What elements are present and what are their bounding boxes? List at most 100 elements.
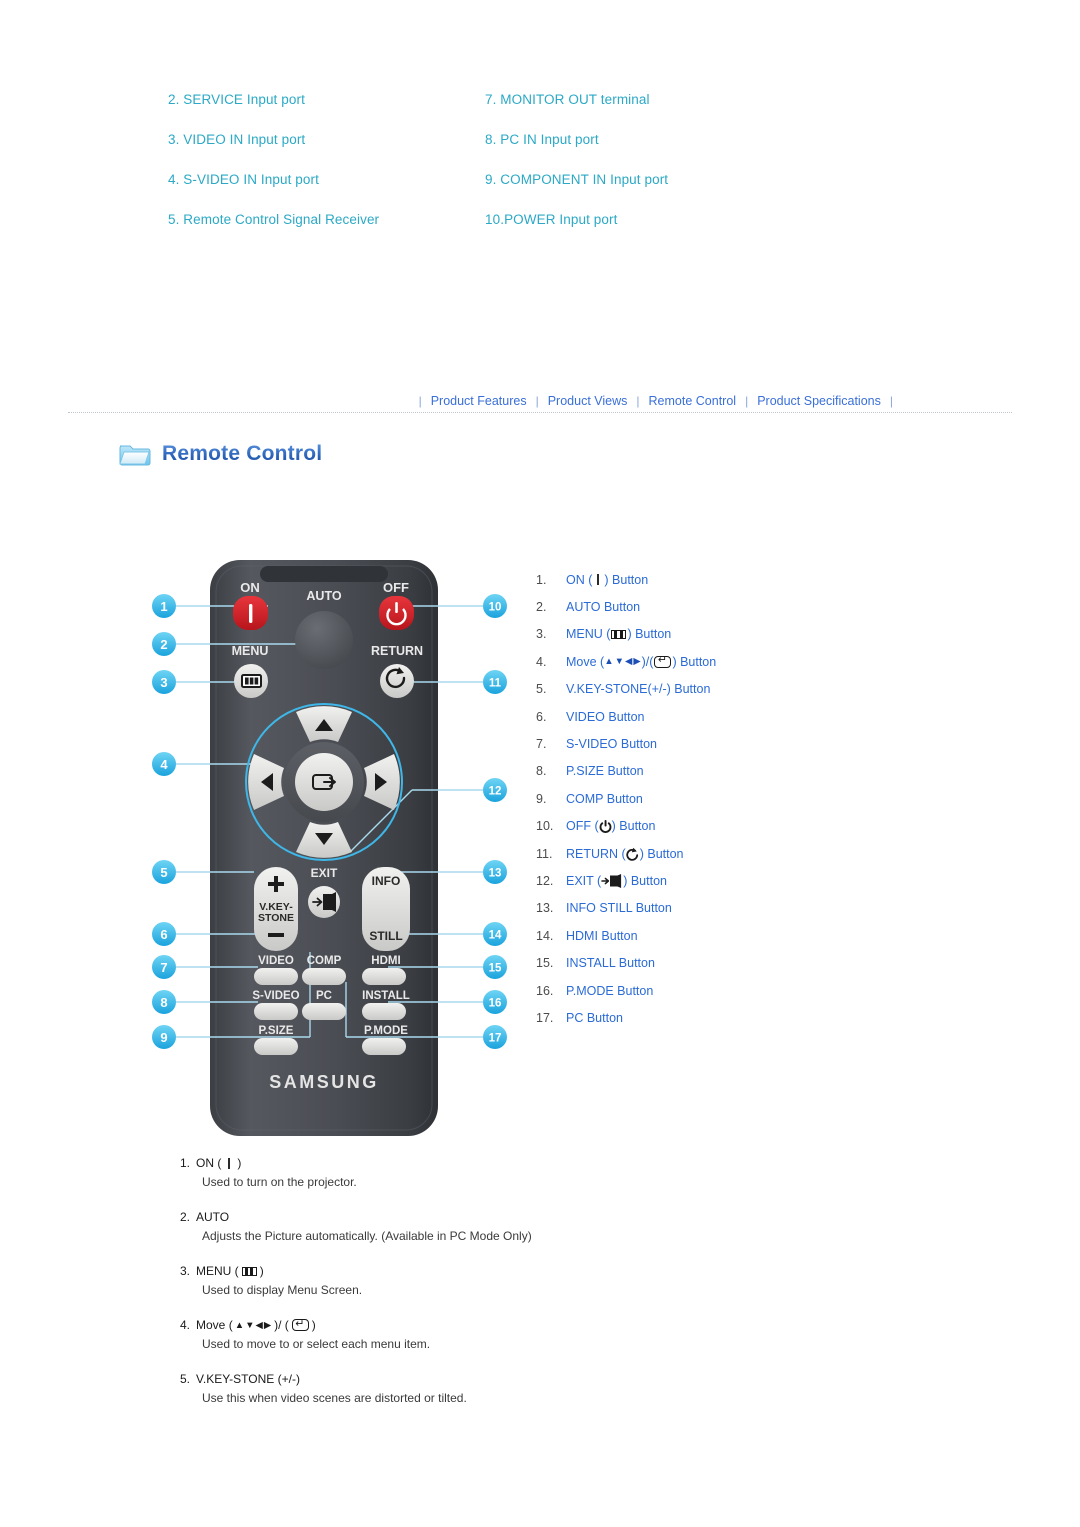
index-number: 7. xyxy=(536,737,547,752)
svg-text:2: 2 xyxy=(160,637,167,652)
list-item: 4. Move ( ▲▼◀▶ )/( ) Button xyxy=(536,648,836,675)
port-item-pc-in: 8. PC IN Input port xyxy=(485,132,599,147)
svg-text:12: 12 xyxy=(489,786,502,798)
port-row: 3. VIDEO IN Input port 8. PC IN Input po… xyxy=(168,132,888,172)
description-block: 3. MENU ( ) Used to display Menu Screen. xyxy=(180,1264,880,1297)
index-label: OFF ( ) Button xyxy=(566,819,655,833)
nav-link-product-views[interactable]: Product Views xyxy=(548,394,628,408)
list-item: 1. ON ( ) Button xyxy=(536,566,836,593)
description-title: 2. AUTO xyxy=(180,1210,880,1224)
svg-text:RETURN: RETURN xyxy=(371,644,423,658)
svg-text:STONE: STONE xyxy=(258,912,294,924)
description-number: 3. xyxy=(180,1264,191,1278)
nav-separator: | xyxy=(745,394,749,408)
index-label-post: ) Button xyxy=(627,627,672,642)
svg-text:5: 5 xyxy=(160,865,167,880)
nav-link-product-features[interactable]: Product Features xyxy=(431,394,527,408)
index-number: 14. xyxy=(536,928,554,943)
nav-link-remote-control[interactable]: Remote Control xyxy=(649,394,737,408)
index-number: 5. xyxy=(536,682,547,697)
description-title-pre: AUTO xyxy=(196,1210,230,1224)
port-item-s-video-in: 4. S-VIDEO IN Input port xyxy=(168,172,319,187)
enter-key-icon xyxy=(291,1317,309,1331)
list-item: 6. VIDEO Button xyxy=(536,703,836,730)
svg-text:9: 9 xyxy=(160,1030,167,1045)
svg-text:SAMSUNG: SAMSUNG xyxy=(269,1072,379,1092)
index-label-post: ) Button xyxy=(604,572,649,587)
nav-link-product-specifications[interactable]: Product Specifications xyxy=(757,394,881,408)
index-label-post: ) Button xyxy=(639,846,684,861)
description-title-post: ) xyxy=(311,1318,316,1332)
description-body: Used to turn on the projector. xyxy=(202,1175,357,1189)
index-label: MENU ( ) Button xyxy=(566,627,671,641)
list-item: 2. AUTO Button xyxy=(536,593,836,620)
index-label: Move ( ▲▼◀▶ )/( ) Button xyxy=(566,653,717,669)
index-label: P.MODE Button xyxy=(566,983,654,998)
index-label-pre: MENU ( xyxy=(566,627,611,642)
svg-text:PC: PC xyxy=(316,990,332,1002)
description-title-post: ) xyxy=(259,1264,264,1278)
index-label-pre: ON ( xyxy=(566,572,593,587)
list-item: 7. S-VIDEO Button xyxy=(536,730,836,757)
port-item-remote-receiver: 5. Remote Control Signal Receiver xyxy=(168,212,380,227)
description-title: 4. Move ( ▲▼◀▶ )/ ( ) xyxy=(180,1317,880,1333)
description-number: 2. xyxy=(180,1210,191,1224)
index-number: 15. xyxy=(536,956,554,971)
svg-text:AUTO: AUTO xyxy=(306,589,341,603)
svg-text:7: 7 xyxy=(160,960,167,975)
index-label: VIDEO Button xyxy=(566,709,645,724)
port-item-video-in: 3. VIDEO IN Input port xyxy=(168,132,306,147)
index-label: INSTALL Button xyxy=(566,956,655,971)
index-number: 8. xyxy=(536,764,547,779)
svg-text:15: 15 xyxy=(489,963,502,975)
return-arrow-icon xyxy=(626,847,640,861)
nav-separator: | xyxy=(535,394,539,408)
svg-text:INSTALL: INSTALL xyxy=(362,990,410,1002)
index-label-mid: )/( xyxy=(641,654,654,669)
index-label-pre: EXIT ( xyxy=(566,873,602,888)
description-title: 3. MENU ( ) xyxy=(180,1264,880,1278)
description-title-pre: MENU ( xyxy=(196,1264,239,1278)
index-number: 12. xyxy=(536,873,554,888)
list-item: 14. HDMI Button xyxy=(536,922,836,949)
svg-text:S-VIDEO: S-VIDEO xyxy=(252,990,299,1002)
svg-text:ON: ON xyxy=(240,580,260,595)
svg-text:14: 14 xyxy=(489,930,502,942)
index-number: 11. xyxy=(536,846,553,861)
port-item-component-in: 9. COMPONENT IN Input port xyxy=(485,172,669,187)
description-number: 5. xyxy=(180,1372,191,1386)
index-label: ON ( ) Button xyxy=(566,573,648,587)
index-label: INFO STILL Button xyxy=(566,901,672,916)
index-label: S-VIDEO Button xyxy=(566,737,658,752)
index-number: 6. xyxy=(536,709,547,724)
description-body: Used to move to or select each menu item… xyxy=(202,1337,431,1351)
dpad-arrows-icon: ▲▼◀▶ xyxy=(234,1319,273,1331)
folder-icon xyxy=(118,440,152,468)
list-item: 9. COMP Button xyxy=(536,785,836,812)
list-item: 16. P.MODE Button xyxy=(536,977,836,1004)
index-label: RETURN ( ) Button xyxy=(566,847,684,861)
power-on-bar-icon xyxy=(597,574,600,586)
index-label: V.KEY-STONE(+/-) Button xyxy=(566,682,711,697)
section-nav: | Product Features | Product Views | Rem… xyxy=(0,394,1080,418)
description-body: Adjusts the Picture automatically. (Avai… xyxy=(202,1229,532,1243)
menu-bars-icon xyxy=(241,1266,257,1276)
port-item-power-in: 10.POWER Input port xyxy=(485,212,618,227)
index-label-pre: RETURN ( xyxy=(566,846,626,861)
description-block: 4. Move ( ▲▼◀▶ )/ ( ) Used to move to or… xyxy=(180,1317,880,1352)
description-block: 1. ON ( ) Used to turn on the projector. xyxy=(180,1156,880,1189)
index-label-post: ) Button xyxy=(672,654,717,669)
list-item: 5. V.KEY-STONE(+/-) Button xyxy=(536,676,836,703)
svg-text:13: 13 xyxy=(489,868,502,880)
svg-text:COMP: COMP xyxy=(307,955,342,967)
description-number: 4. xyxy=(180,1318,191,1332)
description-title-post: ) xyxy=(237,1156,242,1170)
svg-text:1: 1 xyxy=(160,599,167,614)
section-header: Remote Control xyxy=(118,440,322,468)
menu-bars-icon xyxy=(611,629,627,639)
exit-door-icon xyxy=(601,873,623,888)
index-number: 16. xyxy=(536,983,554,998)
index-label: P.SIZE Button xyxy=(566,764,644,779)
description-title: 1. ON ( ) xyxy=(180,1156,880,1170)
button-descriptions: 1. ON ( ) Used to turn on the projector.… xyxy=(180,1156,880,1426)
